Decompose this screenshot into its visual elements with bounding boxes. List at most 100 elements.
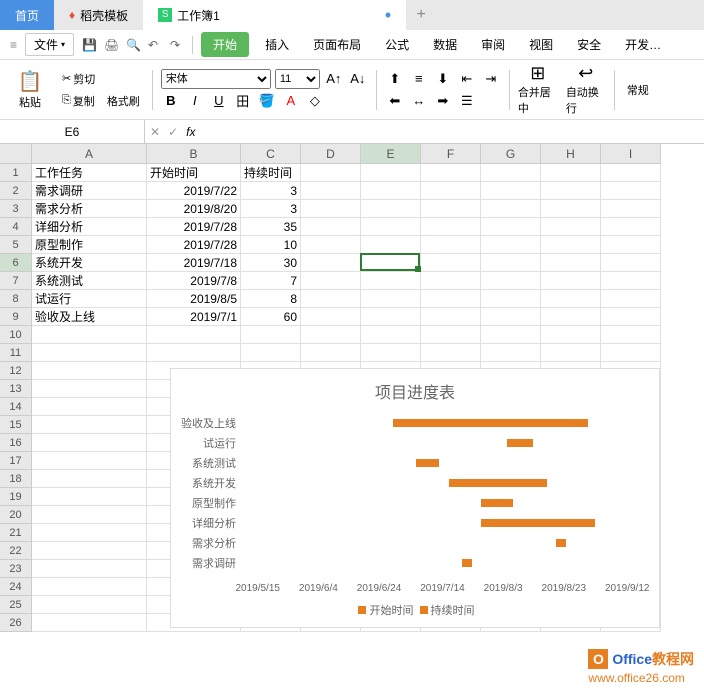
- cell[interactable]: [361, 218, 421, 236]
- preview-icon[interactable]: 🔍: [126, 38, 140, 52]
- cell[interactable]: [361, 182, 421, 200]
- cell[interactable]: [147, 344, 241, 362]
- row-header[interactable]: 5: [0, 236, 32, 254]
- tab-template[interactable]: ♦ 稻壳模板: [54, 0, 143, 30]
- row-header[interactable]: 23: [0, 560, 32, 578]
- undo-icon[interactable]: ↶: [148, 38, 162, 52]
- merge-center-button[interactable]: ⊞ 合并居中: [518, 63, 558, 116]
- fill-color-button[interactable]: 🪣: [257, 91, 277, 111]
- cell[interactable]: [601, 200, 661, 218]
- cell[interactable]: 2019/7/18: [147, 254, 241, 272]
- cell[interactable]: [301, 344, 361, 362]
- cell[interactable]: [481, 308, 541, 326]
- cell[interactable]: [541, 290, 601, 308]
- menu-view[interactable]: 视图: [521, 33, 561, 56]
- cell[interactable]: [32, 380, 147, 398]
- cell[interactable]: [541, 326, 601, 344]
- row-header[interactable]: 22: [0, 542, 32, 560]
- italic-button[interactable]: I: [185, 91, 205, 111]
- cell[interactable]: [361, 164, 421, 182]
- cell[interactable]: 2019/8/20: [147, 200, 241, 218]
- cell[interactable]: [601, 272, 661, 290]
- cell[interactable]: [421, 254, 481, 272]
- border-button[interactable]: 田: [233, 91, 253, 111]
- row-header[interactable]: 4: [0, 218, 32, 236]
- cell[interactable]: [301, 218, 361, 236]
- indent-left-icon[interactable]: ⇤: [457, 69, 477, 89]
- row-header[interactable]: 7: [0, 272, 32, 290]
- font-color-button[interactable]: A: [281, 91, 301, 111]
- align-middle-icon[interactable]: ≡: [409, 69, 429, 89]
- copy-button[interactable]: ⎘复制: [58, 91, 99, 111]
- row-header[interactable]: 19: [0, 488, 32, 506]
- redo-icon[interactable]: ↷: [170, 38, 184, 52]
- cell[interactable]: [541, 344, 601, 362]
- cell[interactable]: [32, 362, 147, 380]
- row-header[interactable]: 13: [0, 380, 32, 398]
- cell[interactable]: 3: [241, 182, 301, 200]
- cell[interactable]: [481, 218, 541, 236]
- cell[interactable]: 详细分析: [32, 218, 147, 236]
- cell[interactable]: 2019/7/1: [147, 308, 241, 326]
- row-header[interactable]: 24: [0, 578, 32, 596]
- cancel-icon[interactable]: ✕: [150, 125, 160, 139]
- column-header[interactable]: G: [481, 144, 541, 164]
- print-icon[interactable]: 🖨: [104, 38, 118, 52]
- align-left-icon[interactable]: ⬅: [385, 91, 405, 111]
- cell[interactable]: [301, 308, 361, 326]
- name-box[interactable]: E6: [0, 120, 145, 143]
- cell[interactable]: [601, 344, 661, 362]
- cell[interactable]: 2019/7/28: [147, 218, 241, 236]
- file-menu[interactable]: 文件▾: [25, 33, 74, 56]
- cell[interactable]: [32, 398, 147, 416]
- app-menu-icon[interactable]: ≡: [10, 38, 17, 52]
- new-tab-button[interactable]: +: [406, 0, 436, 30]
- row-header[interactable]: 12: [0, 362, 32, 380]
- confirm-icon[interactable]: ✓: [168, 125, 178, 139]
- menu-review[interactable]: 审阅: [473, 33, 513, 56]
- wrap-text-button[interactable]: ↩ 自动换行: [566, 63, 606, 116]
- cell[interactable]: [361, 344, 421, 362]
- cell[interactable]: 试运行: [32, 290, 147, 308]
- cell[interactable]: [32, 506, 147, 524]
- cell[interactable]: [421, 164, 481, 182]
- cell[interactable]: [421, 200, 481, 218]
- cell[interactable]: [301, 290, 361, 308]
- cell[interactable]: [421, 182, 481, 200]
- row-header[interactable]: 20: [0, 506, 32, 524]
- cell[interactable]: [421, 236, 481, 254]
- column-header[interactable]: B: [147, 144, 241, 164]
- row-header[interactable]: 17: [0, 452, 32, 470]
- size-select[interactable]: 11: [275, 69, 320, 89]
- column-header[interactable]: H: [541, 144, 601, 164]
- underline-button[interactable]: U: [209, 91, 229, 111]
- cut-button[interactable]: ✂剪切: [58, 69, 144, 89]
- cell[interactable]: 2019/8/5: [147, 290, 241, 308]
- cell[interactable]: [481, 236, 541, 254]
- cell[interactable]: [541, 308, 601, 326]
- cell[interactable]: 30: [241, 254, 301, 272]
- cell[interactable]: 工作任务: [32, 164, 147, 182]
- cell[interactable]: 持续时间: [241, 164, 301, 182]
- row-header[interactable]: 18: [0, 470, 32, 488]
- cell[interactable]: [541, 164, 601, 182]
- align-top-icon[interactable]: ⬆: [385, 69, 405, 89]
- row-header[interactable]: 8: [0, 290, 32, 308]
- cell[interactable]: [601, 290, 661, 308]
- cell[interactable]: 2019/7/28: [147, 236, 241, 254]
- cell[interactable]: [481, 290, 541, 308]
- cell[interactable]: [481, 272, 541, 290]
- formula-input[interactable]: [200, 120, 704, 143]
- cell[interactable]: [32, 326, 147, 344]
- cell[interactable]: [361, 272, 421, 290]
- indent-right-icon[interactable]: ⇥: [481, 69, 501, 89]
- tab-home[interactable]: 首页: [0, 0, 54, 30]
- cell[interactable]: [541, 254, 601, 272]
- cell[interactable]: [32, 542, 147, 560]
- cell[interactable]: [32, 434, 147, 452]
- align-center-icon[interactable]: ↔: [409, 91, 429, 111]
- cell[interactable]: [301, 182, 361, 200]
- menu-dev[interactable]: 开发…: [617, 33, 669, 56]
- paste-button[interactable]: 📋 粘贴: [10, 69, 50, 110]
- cell[interactable]: [421, 344, 481, 362]
